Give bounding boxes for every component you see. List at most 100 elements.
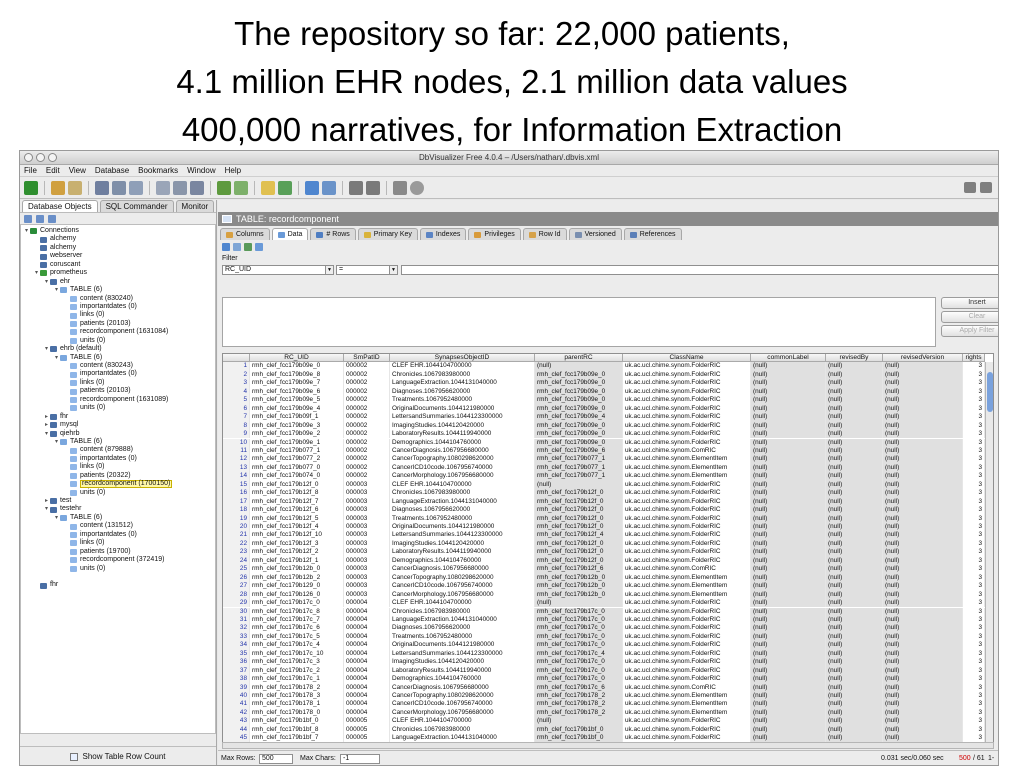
show-row-count-checkbox[interactable] bbox=[70, 752, 79, 761]
table-cell[interactable]: 3 bbox=[963, 396, 985, 405]
table-cell[interactable]: uk.ac.ucl.chime.synom.FolderRIC bbox=[623, 641, 751, 650]
table-cell[interactable]: (null) bbox=[883, 404, 963, 414]
tab-versioned[interactable]: Versioned bbox=[568, 228, 622, 240]
table-cell[interactable]: CancerICD10code.1067956740000 bbox=[390, 463, 535, 473]
table-cell[interactable]: rmh_clef_fcc179b12f_0 bbox=[535, 539, 623, 549]
table-cell[interactable]: LettersandSummaries.1044123300000 bbox=[390, 531, 535, 540]
table-cell[interactable]: (null) bbox=[751, 573, 826, 583]
table-cell[interactable]: (null) bbox=[883, 692, 963, 701]
table-cell[interactable]: 000003 bbox=[344, 565, 390, 574]
table-cell[interactable]: uk.ac.ucl.chime.synom.FolderRIC bbox=[623, 675, 751, 684]
table-cell[interactable]: (null) bbox=[751, 463, 826, 473]
table-cell[interactable]: uk.ac.ucl.chime.synom.FolderRIC bbox=[623, 666, 751, 676]
tree-node[interactable]: importantdates (0) bbox=[21, 303, 215, 311]
table-cell[interactable]: 3 bbox=[963, 539, 985, 549]
table-cell[interactable]: rmh_clef_fcc179b17c_3 bbox=[250, 658, 344, 667]
export-icon[interactable] bbox=[233, 243, 241, 251]
table-cell[interactable]: 41 bbox=[223, 700, 250, 709]
column-header[interactable]: SynapsesObjectID bbox=[390, 354, 535, 363]
tab-row-id[interactable]: Row Id bbox=[522, 228, 567, 240]
table-cell[interactable]: (null) bbox=[826, 675, 883, 684]
table-cell[interactable]: 1 bbox=[223, 362, 250, 371]
table-cell[interactable]: (null) bbox=[826, 556, 883, 566]
table-cell[interactable]: uk.ac.ucl.chime.synom.FolderRIC bbox=[623, 599, 751, 608]
table-cell[interactable]: CLEF EHR.1044104700000 bbox=[390, 480, 535, 490]
close-window-icon[interactable] bbox=[24, 153, 33, 162]
table-cell[interactable]: OriginalDocuments.1044121980000 bbox=[390, 404, 535, 414]
table-cell[interactable]: (null) bbox=[826, 666, 883, 676]
table-cell[interactable]: (null) bbox=[751, 404, 826, 414]
table-cell[interactable]: 3 bbox=[963, 565, 985, 574]
table-cell[interactable]: rmh_clef_fcc179b12b_0 bbox=[535, 590, 623, 600]
tree-node[interactable]: recordcomponent (1700150) bbox=[21, 480, 215, 489]
menu-bookmarks[interactable]: Bookmarks bbox=[138, 165, 178, 176]
table-cell[interactable]: rmh_clef_fcc179b178_2 bbox=[535, 692, 623, 701]
table-cell[interactable]: uk.ac.ucl.chime.synom.FolderRIC bbox=[623, 649, 751, 659]
table-cell[interactable]: rmh_clef_fcc179b077_1 bbox=[250, 446, 344, 456]
table-cell[interactable]: uk.ac.ucl.chime.synom.ElementItem bbox=[623, 700, 751, 709]
table-cell[interactable]: rmh_clef_fcc179b17c_6 bbox=[250, 624, 344, 633]
delete-icon[interactable] bbox=[173, 180, 187, 195]
table-cell[interactable]: 3 bbox=[963, 446, 985, 456]
table-cell[interactable]: rmh_clef_fcc179b178_2 bbox=[535, 700, 623, 709]
table-cell[interactable]: uk.ac.ucl.chime.synom.ElementItem bbox=[623, 708, 751, 718]
table-cell[interactable]: 6 bbox=[223, 404, 250, 414]
table-cell[interactable]: rmh_clef_fcc179b12f_0 bbox=[535, 514, 623, 523]
table-cell[interactable]: (null) bbox=[751, 717, 826, 726]
table-cell[interactable]: Chronicles.1067983980000 bbox=[390, 370, 535, 380]
expanded-icon[interactable]: ▾ bbox=[53, 438, 60, 446]
tile-icon[interactable] bbox=[980, 182, 992, 193]
tree-node[interactable]: ▸ test bbox=[21, 497, 215, 505]
table-cell[interactable]: uk.ac.ucl.chime.synom.FolderRIC bbox=[623, 370, 751, 380]
table-cell[interactable]: (null) bbox=[826, 565, 883, 574]
table-cell[interactable]: 3 bbox=[963, 489, 985, 498]
table-cell[interactable]: rmh_clef_fcc179b09e_0 bbox=[535, 387, 623, 397]
max-chars-input[interactable]: -1 bbox=[340, 754, 380, 764]
table-cell[interactable]: (null) bbox=[883, 683, 963, 692]
layout-icon[interactable] bbox=[964, 182, 976, 193]
table-cell[interactable]: rmh_clef_fcc179b17c_4 bbox=[250, 641, 344, 650]
tree-node[interactable]: content (830243) bbox=[21, 362, 215, 370]
expanded-icon[interactable]: ▾ bbox=[53, 514, 60, 522]
table-cell[interactable]: CancerDiagnosis.1067956680000 bbox=[390, 565, 535, 574]
table-cell[interactable]: rmh_clef_fcc179b077_0 bbox=[250, 463, 344, 473]
table-cell[interactable]: (null) bbox=[826, 717, 883, 726]
tree-node[interactable]: importantdates (0) bbox=[21, 370, 215, 378]
window-icon[interactable] bbox=[322, 180, 336, 195]
column-header[interactable]: RC_UID bbox=[250, 354, 344, 363]
table-cell[interactable]: (null) bbox=[751, 683, 826, 692]
table-cell[interactable]: (null) bbox=[883, 565, 963, 574]
table-cell[interactable]: uk.ac.ucl.chime.synom.FolderRIC bbox=[623, 480, 751, 490]
table-cell[interactable]: CancerICD10code.1067956740000 bbox=[390, 582, 535, 591]
table-cell[interactable]: 11 bbox=[223, 446, 250, 456]
minimize-window-icon[interactable] bbox=[36, 153, 45, 162]
table-cell[interactable]: 35 bbox=[223, 649, 250, 659]
tab-data[interactable]: Data bbox=[271, 228, 309, 240]
table-cell[interactable]: CLEF EHR.1044104700000 bbox=[390, 717, 535, 726]
table-cell[interactable]: CancerMorphology.1067956680000 bbox=[390, 590, 535, 600]
table-cell[interactable]: (null) bbox=[751, 413, 826, 422]
table-cell[interactable]: (null) bbox=[826, 438, 883, 447]
play-icon[interactable] bbox=[393, 180, 407, 195]
table-cell[interactable]: 18 bbox=[223, 506, 250, 515]
table-cell[interactable]: (null) bbox=[826, 506, 883, 515]
table-cell[interactable]: (null) bbox=[826, 446, 883, 456]
table-cell[interactable]: 000004 bbox=[344, 700, 390, 709]
table-cell[interactable]: (null) bbox=[883, 632, 963, 642]
table-cell[interactable]: 42 bbox=[223, 708, 250, 718]
table-cell[interactable]: 3 bbox=[963, 658, 985, 667]
table-cell[interactable]: (null) bbox=[826, 590, 883, 600]
table-cell[interactable]: 36 bbox=[223, 658, 250, 667]
table-cell[interactable]: 3 bbox=[963, 514, 985, 523]
tree-node[interactable]: ▸ fhr bbox=[21, 413, 215, 421]
table-cell[interactable]: (null) bbox=[751, 649, 826, 659]
table-cell[interactable]: rmh_clef_fcc179b12f_1 bbox=[250, 556, 344, 566]
zoom-window-icon[interactable] bbox=[48, 153, 57, 162]
table-cell[interactable]: (null) bbox=[883, 573, 963, 583]
tab-database-objects[interactable]: Database Objects bbox=[22, 200, 98, 212]
table-cell[interactable]: 24 bbox=[223, 556, 250, 566]
table-cell[interactable]: rmh_clef_fcc179b12f_4 bbox=[535, 531, 623, 540]
insert-button[interactable]: Insert bbox=[941, 297, 998, 309]
table-cell[interactable]: (null) bbox=[826, 497, 883, 507]
table-cell[interactable]: 000002 bbox=[344, 396, 390, 405]
